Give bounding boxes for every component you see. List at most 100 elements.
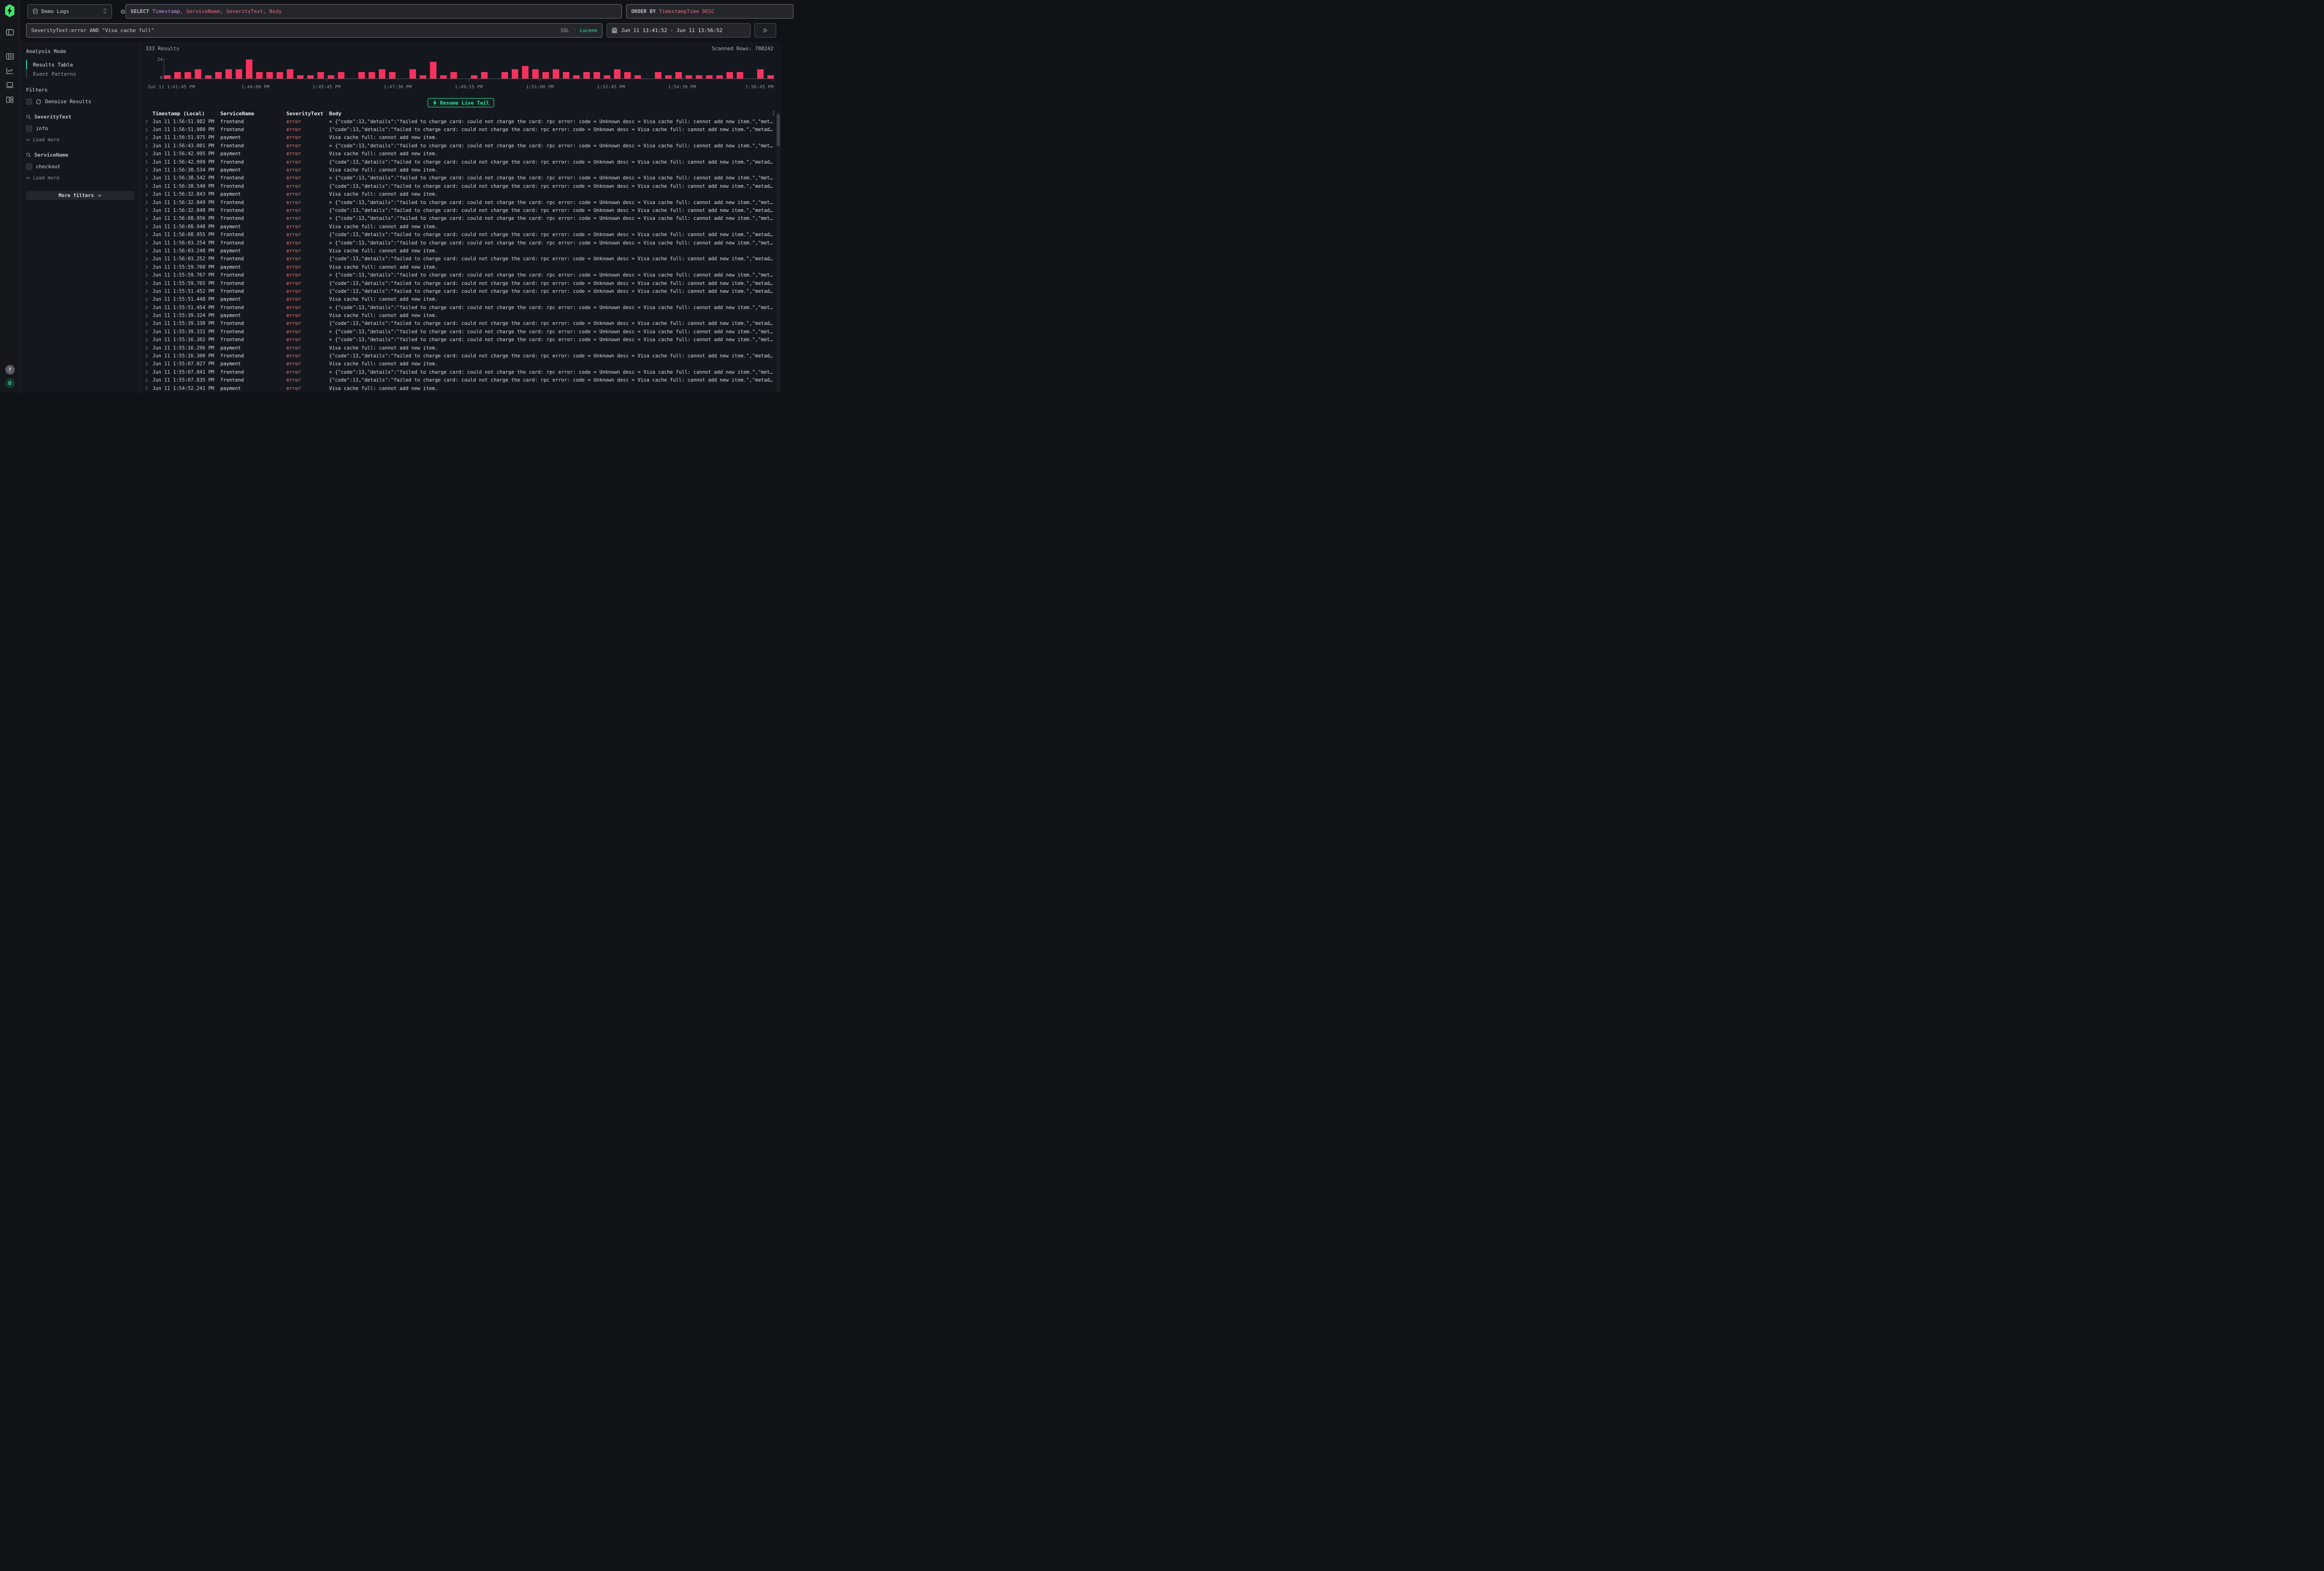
histogram-bar[interactable]	[502, 72, 508, 79]
histogram-bar[interactable]	[389, 72, 396, 79]
histogram-bar[interactable]	[195, 69, 201, 79]
run-query-button[interactable]	[754, 23, 776, 38]
histogram-bar[interactable]	[553, 69, 559, 79]
histogram-bar[interactable]	[297, 75, 304, 79]
histogram-bar[interactable]	[328, 75, 334, 79]
analysis-mode-results-table[interactable]: Results Table	[26, 60, 134, 69]
facet-severitytext-header[interactable]: SeverityText	[26, 114, 134, 120]
log-row[interactable]: Jun 11 1:56:38.542 PMfrontenderror× {"co…	[145, 174, 773, 182]
log-row[interactable]: Jun 11 1:56:32.849 PMfrontenderror× {"co…	[145, 198, 773, 206]
histogram-bar[interactable]	[246, 59, 252, 79]
log-row[interactable]: Jun 11 1:56:08.955 PMfrontenderror{"code…	[145, 231, 773, 238]
more-filters-button[interactable]: More filters	[26, 191, 134, 200]
row-expand-chevron-icon[interactable]	[145, 192, 152, 197]
histogram-bar[interactable]	[706, 75, 713, 79]
facet-option-info[interactable]: info	[26, 125, 134, 132]
histogram-bar[interactable]	[726, 72, 733, 79]
log-row[interactable]: Jun 11 1:56:08.948 PMpaymenterrorVisa ca…	[145, 223, 773, 231]
histogram-bar[interactable]	[634, 75, 641, 79]
log-row[interactable]: Jun 11 1:55:51.452 PMfrontenderror{"code…	[145, 287, 773, 295]
histogram-bar[interactable]	[512, 69, 518, 79]
chart-icon[interactable]	[3, 64, 16, 77]
histogram-bar[interactable]	[583, 72, 590, 79]
log-row[interactable]: Jun 11 1:56:43.001 PMfrontenderror× {"co…	[145, 142, 773, 150]
log-row[interactable]: Jun 11 1:55:39.324 PMpaymenterrorVisa ca…	[145, 311, 773, 319]
log-row[interactable]: Jun 11 1:55:07.835 PMfrontenderror{"code…	[145, 376, 773, 384]
column-header-body[interactable]: ⋮Body⋮	[329, 111, 773, 117]
histogram-bar[interactable]	[604, 75, 610, 79]
scrollbar-thumb[interactable]	[777, 114, 780, 146]
histogram-bar[interactable]	[624, 72, 631, 79]
log-row[interactable]: Jun 11 1:55:39.330 PMfrontenderror{"code…	[145, 320, 773, 328]
app-logo[interactable]	[5, 4, 14, 19]
row-expand-chevron-icon[interactable]	[145, 273, 152, 277]
histogram-bar[interactable]	[532, 69, 539, 79]
log-row[interactable]: Jun 11 1:55:07.827 PMpaymenterrorVisa ca…	[145, 360, 773, 368]
row-expand-chevron-icon[interactable]	[145, 378, 152, 383]
log-row[interactable]: Jun 11 1:55:51.454 PMfrontenderror× {"co…	[145, 304, 773, 311]
histogram-bar[interactable]	[338, 72, 344, 79]
search-query-input[interactable]: SeverityText:error AND "Visa cache full"…	[26, 23, 602, 38]
row-expand-chevron-icon[interactable]	[145, 305, 152, 310]
histogram-bar[interactable]	[236, 69, 242, 79]
histogram-bar[interactable]	[277, 72, 283, 79]
histogram-bar[interactable]	[215, 72, 222, 79]
row-expand-chevron-icon[interactable]	[145, 362, 152, 366]
histogram-bar[interactable]	[430, 62, 436, 79]
histogram-bar[interactable]	[737, 72, 743, 79]
histogram-bar[interactable]	[266, 72, 273, 79]
histogram-bar[interactable]	[767, 75, 774, 79]
row-expand-chevron-icon[interactable]	[145, 208, 152, 212]
logs-icon[interactable]	[3, 50, 16, 63]
log-row[interactable]: Jun 11 1:55:16.300 PMfrontenderror{"code…	[145, 352, 773, 360]
histogram-bar[interactable]	[716, 75, 723, 79]
log-row[interactable]: Jun 11 1:56:51.980 PMfrontenderror{"code…	[145, 125, 773, 133]
histogram-bar[interactable]	[307, 75, 314, 79]
histogram-bar[interactable]	[594, 72, 600, 79]
histogram-bar[interactable]	[757, 69, 764, 79]
log-row[interactable]: Jun 11 1:56:32.843 PMpaymenterrorVisa ca…	[145, 191, 773, 198]
servicename-load-more[interactable]: Load more	[26, 175, 134, 181]
log-row[interactable]: Jun 11 1:54:52.241 PMpaymenterrorVisa ca…	[145, 384, 773, 392]
denoise-results-toggle[interactable]: Denoise Results	[26, 99, 134, 105]
histogram-bar[interactable]	[164, 75, 171, 79]
mode-toggle-lucene[interactable]: Lucene	[580, 28, 597, 33]
log-row[interactable]: Jun 11 1:56:42.995 PMpaymenterrorVisa ca…	[145, 150, 773, 158]
histogram-bar[interactable]	[542, 72, 549, 79]
row-expand-chevron-icon[interactable]	[145, 330, 152, 334]
log-row[interactable]: Jun 11 1:55:16.296 PMpaymenterrorVisa ca…	[145, 344, 773, 352]
log-row[interactable]: Jun 11 1:56:03.252 PMfrontenderror{"code…	[145, 255, 773, 263]
histogram-bar[interactable]	[614, 69, 621, 79]
column-resize-handle[interactable]: ⋮	[324, 110, 329, 116]
histogram-bar[interactable]	[205, 75, 211, 79]
row-expand-chevron-icon[interactable]	[145, 136, 152, 140]
vertical-scrollbar[interactable]	[776, 112, 780, 393]
log-row[interactable]: Jun 11 1:56:42.999 PMfrontenderror{"code…	[145, 158, 773, 166]
histogram-bar[interactable]	[450, 72, 457, 79]
histogram-bar[interactable]	[675, 72, 682, 79]
row-expand-chevron-icon[interactable]	[145, 346, 152, 350]
row-expand-chevron-icon[interactable]	[145, 184, 152, 188]
column-header-severitytext[interactable]: ⋮SeverityText	[286, 111, 329, 117]
row-expand-chevron-icon[interactable]	[145, 289, 152, 293]
analysis-mode-event-patterns[interactable]: Event Patterns	[26, 69, 134, 79]
row-expand-chevron-icon[interactable]	[145, 217, 152, 221]
mode-toggle-sql[interactable]: SQL	[561, 28, 569, 33]
histogram-bar[interactable]	[256, 72, 263, 79]
results-histogram[interactable]: 24 0 Jun 11 1:41:45 PM1:44:00 PM1:45:45 …	[145, 55, 773, 99]
histogram-bar[interactable]	[379, 69, 385, 79]
histogram-bar[interactable]	[420, 75, 426, 79]
histogram-bar[interactable]	[686, 75, 692, 79]
row-expand-chevron-icon[interactable]	[145, 233, 152, 237]
row-expand-chevron-icon[interactable]	[145, 241, 152, 245]
row-expand-chevron-icon[interactable]	[145, 281, 152, 285]
histogram-bar[interactable]	[522, 66, 528, 79]
histogram-bar[interactable]	[287, 69, 293, 79]
log-row[interactable]: Jun 11 1:55:39.331 PMfrontenderror× {"co…	[145, 328, 773, 336]
log-row[interactable]: Jun 11 1:56:38.534 PMpaymenterrorVisa ca…	[145, 166, 773, 174]
row-expand-chevron-icon[interactable]	[145, 265, 152, 269]
log-row[interactable]: Jun 11 1:56:32.848 PMfrontenderror{"code…	[145, 206, 773, 214]
info-checkbox[interactable]	[26, 125, 32, 132]
histogram-bar[interactable]	[358, 72, 365, 79]
histogram-bar[interactable]	[440, 75, 447, 79]
